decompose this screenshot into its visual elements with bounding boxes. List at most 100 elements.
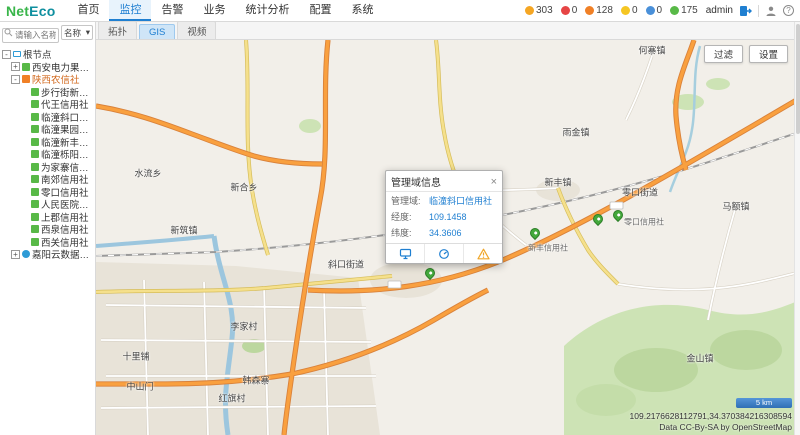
leaf-spacer [20, 237, 29, 246]
popup-row-value[interactable]: 109.1458 [429, 212, 467, 222]
tree-node[interactable]: 代王信用社 [0, 98, 95, 111]
user-icon[interactable] [765, 5, 777, 17]
tab-bar: 拓扑GIS视频 [96, 22, 800, 40]
alarm-count: 0 [657, 5, 663, 16]
tree-node[interactable]: -根节点 [0, 48, 95, 61]
main-menu: 首页监控告警业务统计分析配置系统 [67, 0, 383, 21]
tree-node[interactable]: + 嘉阳云数据中心 [0, 248, 95, 261]
pin-icon [611, 208, 625, 222]
alarm-badge-warning[interactable]: 0 [646, 5, 663, 16]
site-icon [31, 175, 39, 183]
popup-row-label: 纬度: [391, 228, 429, 238]
alarm-count: 303 [536, 5, 553, 16]
popup-rows: 管理域:临潼斜口信用社经度:109.1458 纬度:34.3606 [386, 192, 502, 243]
tree-node[interactable]: 西关信用社 [0, 236, 95, 249]
site-icon [31, 138, 39, 146]
site-icon [31, 188, 39, 196]
close-icon[interactable]: × [491, 177, 497, 187]
tab-GIS[interactable]: GIS [139, 24, 175, 39]
search-box [2, 25, 59, 43]
site-icon [31, 150, 39, 158]
pin-icon [423, 266, 437, 280]
alarm-badge-major[interactable]: 128 [585, 5, 613, 16]
page-scrollbar[interactable] [794, 22, 800, 435]
menu-item-1[interactable]: 监控 [109, 0, 151, 21]
alarm-button[interactable] [463, 244, 502, 263]
site-marker-pin[interactable] [424, 267, 436, 282]
search-icon [4, 28, 13, 37]
performance-button[interactable] [424, 244, 463, 263]
site-icon [31, 238, 39, 246]
popup-header: 管理域信息 × [386, 171, 502, 192]
alert-triangle-icon [477, 248, 490, 260]
popup-row-value[interactable]: 临潼斜口信用社 [429, 196, 492, 206]
logo-net: Net [6, 3, 29, 19]
tree-node[interactable]: 西泉信用社 [0, 223, 95, 236]
leaf-spacer [20, 100, 29, 109]
leaf-spacer [20, 175, 29, 184]
popup-row-label: 管理域: [391, 196, 429, 206]
menu-item-6[interactable]: 系统 [341, 0, 383, 21]
popup-row: 经度:109.1458 [391, 212, 497, 222]
monitor-view-button[interactable] [386, 244, 424, 263]
tab-视频[interactable]: 视频 [177, 21, 216, 39]
tree-node[interactable]: 上郡信用社 [0, 211, 95, 224]
scale-bar: 5 km [736, 398, 792, 408]
menu-item-0[interactable]: 首页 [67, 0, 109, 21]
username[interactable]: admin [706, 5, 733, 16]
site-marker-pin[interactable] [529, 227, 541, 242]
search-type-select[interactable]: 名称 ▾ [61, 25, 93, 40]
main-content: 拓扑GIS视频 [96, 22, 800, 435]
leaf-spacer [20, 150, 29, 159]
tree-node[interactable]: 南郊信用社 [0, 173, 95, 186]
tree-node[interactable]: 为家寨信用社 [0, 161, 95, 174]
tree-node[interactable]: 临潼斜口信用社 [0, 111, 95, 124]
tab-拓扑[interactable]: 拓扑 [98, 21, 137, 39]
site-icon [31, 113, 39, 121]
map-button-过滤[interactable]: 过滤 [704, 45, 743, 63]
menu-item-2[interactable]: 告警 [151, 0, 193, 21]
site-marker-pin[interactable] [592, 213, 604, 228]
chevron-down-icon: ▾ [86, 27, 90, 38]
tree-node[interactable]: 人民医院信用社 [0, 198, 95, 211]
alarm-badges: 303 0 128 0 0 175 [525, 5, 698, 16]
collapse-icon[interactable]: - [11, 75, 20, 84]
alarm-badge-bell[interactable]: 303 [525, 5, 553, 16]
leaf-spacer [20, 200, 29, 209]
monitor-icon [13, 51, 21, 57]
tree-node[interactable]: 临潼新丰信用社 [0, 136, 95, 149]
alarm-badge-normal[interactable]: 175 [670, 5, 698, 16]
pin-icon [528, 226, 542, 240]
major-icon [585, 6, 594, 15]
collapse-icon[interactable]: - [2, 50, 11, 59]
tree-node[interactable]: 临潼栎阳信用社 [0, 148, 95, 161]
critical-icon [561, 6, 570, 15]
expand-icon[interactable]: + [11, 250, 20, 259]
gis-map[interactable]: 何寨镇雨金镇新丰镇马额镇零口街道金山镇水流乡新合乡新筑镇斜口街道李家村十里铺中山… [96, 40, 800, 435]
site-icon [31, 100, 39, 108]
alarm-badge-minor[interactable]: 0 [621, 5, 638, 16]
menu-item-4[interactable]: 统计分析 [235, 0, 299, 21]
leaf-spacer [20, 187, 29, 196]
popup-row-value[interactable]: 34.3606 [429, 228, 462, 238]
leaf-spacer [20, 225, 29, 234]
tree-node[interactable]: 临潼果园信用社 [0, 123, 95, 136]
menu-item-5[interactable]: 配置 [299, 0, 341, 21]
map-button-设置[interactable]: 设置 [749, 45, 788, 63]
tree-node[interactable]: 步行街新街信用社 [0, 86, 95, 99]
help-icon[interactable]: ? [783, 5, 794, 16]
menu-item-3[interactable]: 业务 [193, 0, 235, 21]
expand-icon[interactable]: + [11, 62, 20, 71]
alarm-badge-critical[interactable]: 0 [561, 5, 578, 16]
alarm-count: 0 [572, 5, 578, 16]
scrollbar-thumb[interactable] [796, 24, 800, 134]
tree-node[interactable]: +西安电力果建楼 [0, 61, 95, 74]
tree-node-label: 嘉阳云数据中心 [32, 247, 95, 261]
neteco-logo: NetEco [6, 3, 55, 19]
tree-node[interactable]: 零口信用社 [0, 186, 95, 199]
alarm-count: 128 [596, 5, 613, 16]
site-marker-pin[interactable] [612, 209, 624, 224]
logout-icon[interactable] [739, 5, 752, 17]
sidebar: 名称 ▾ -根节点+西安电力果建楼-陕西农信社步行街新街信用社代王信用社临潼斜口… [0, 22, 96, 435]
tree-node[interactable]: -陕西农信社 [0, 73, 95, 86]
